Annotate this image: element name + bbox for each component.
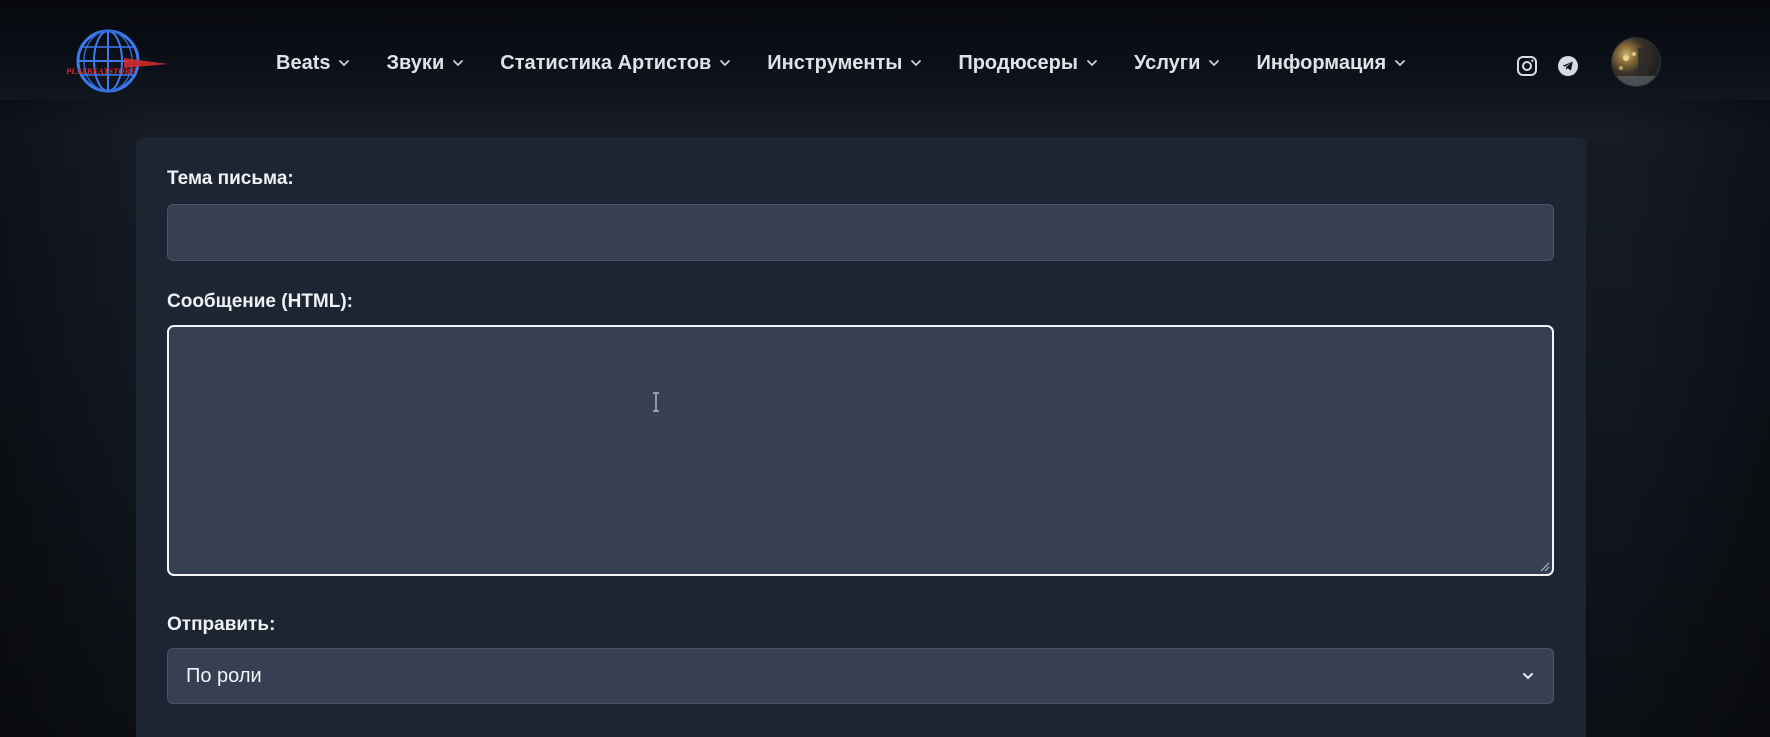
chevron-down-icon [720,60,731,67]
nav-item-services[interactable]: Услуги [1134,52,1221,75]
send-label: Отправить: [167,614,276,635]
message-label: Сообщение (HTML): [167,291,354,312]
nav-item-label: Услуги [1133,51,1201,74]
nav-item-label: Статистика Артистов [500,51,712,74]
globe-logo-icon: PLAYBEATSTORE [66,29,168,93]
nav-item-label: Продюсеры [958,51,1078,74]
telegram-icon[interactable] [1556,54,1580,78]
send-to-select[interactable]: По роли [167,648,1554,704]
nav-item-sounds[interactable]: Звуки [386,52,464,75]
instagram-icon[interactable] [1515,54,1539,78]
chevron-down-icon [453,60,464,67]
main-nav: Beats Звуки Статистика Артистов Инструме… [276,46,1442,80]
chevron-down-icon [1209,60,1220,67]
send-to-selected-value: По роли [186,664,262,687]
message-textarea[interactable] [167,325,1554,576]
avatar[interactable] [1611,37,1661,87]
chevron-down-icon [1523,673,1533,680]
subject-label: Тема письма: [167,168,294,189]
avatar-photo-icon [1612,48,1660,86]
resize-grip-icon[interactable] [1538,560,1550,572]
page-vignette-left [0,100,150,737]
nav-item-label: Инструменты [767,51,903,74]
svg-text:PLAYBEATSTORE: PLAYBEATSTORE [66,66,136,76]
chevron-down-icon [911,60,922,67]
subject-input[interactable] [167,204,1554,261]
page-vignette-right [1620,100,1770,737]
chevron-down-icon [339,60,350,67]
nav-item-info[interactable]: Информация [1256,52,1406,75]
text-cursor-icon [653,392,659,412]
chevron-down-icon [1395,60,1406,67]
nav-item-label: Звуки [386,51,445,74]
nav-item-producers[interactable]: Продюсеры [958,52,1098,75]
nav-item-label: Информация [1256,51,1387,74]
nav-item-artist-stats[interactable]: Статистика Артистов [500,52,731,75]
nav-item-beats[interactable]: Beats [276,52,350,75]
chevron-down-icon [1087,60,1097,67]
site-header: PLAYBEATSTORE Beats Звуки Статистика Арт… [0,0,1770,128]
nav-item-tools[interactable]: Инструменты [767,52,922,75]
social-links [1515,54,1580,78]
site-logo[interactable]: PLAYBEATSTORE [64,28,178,96]
nav-item-label: Beats [276,51,331,74]
